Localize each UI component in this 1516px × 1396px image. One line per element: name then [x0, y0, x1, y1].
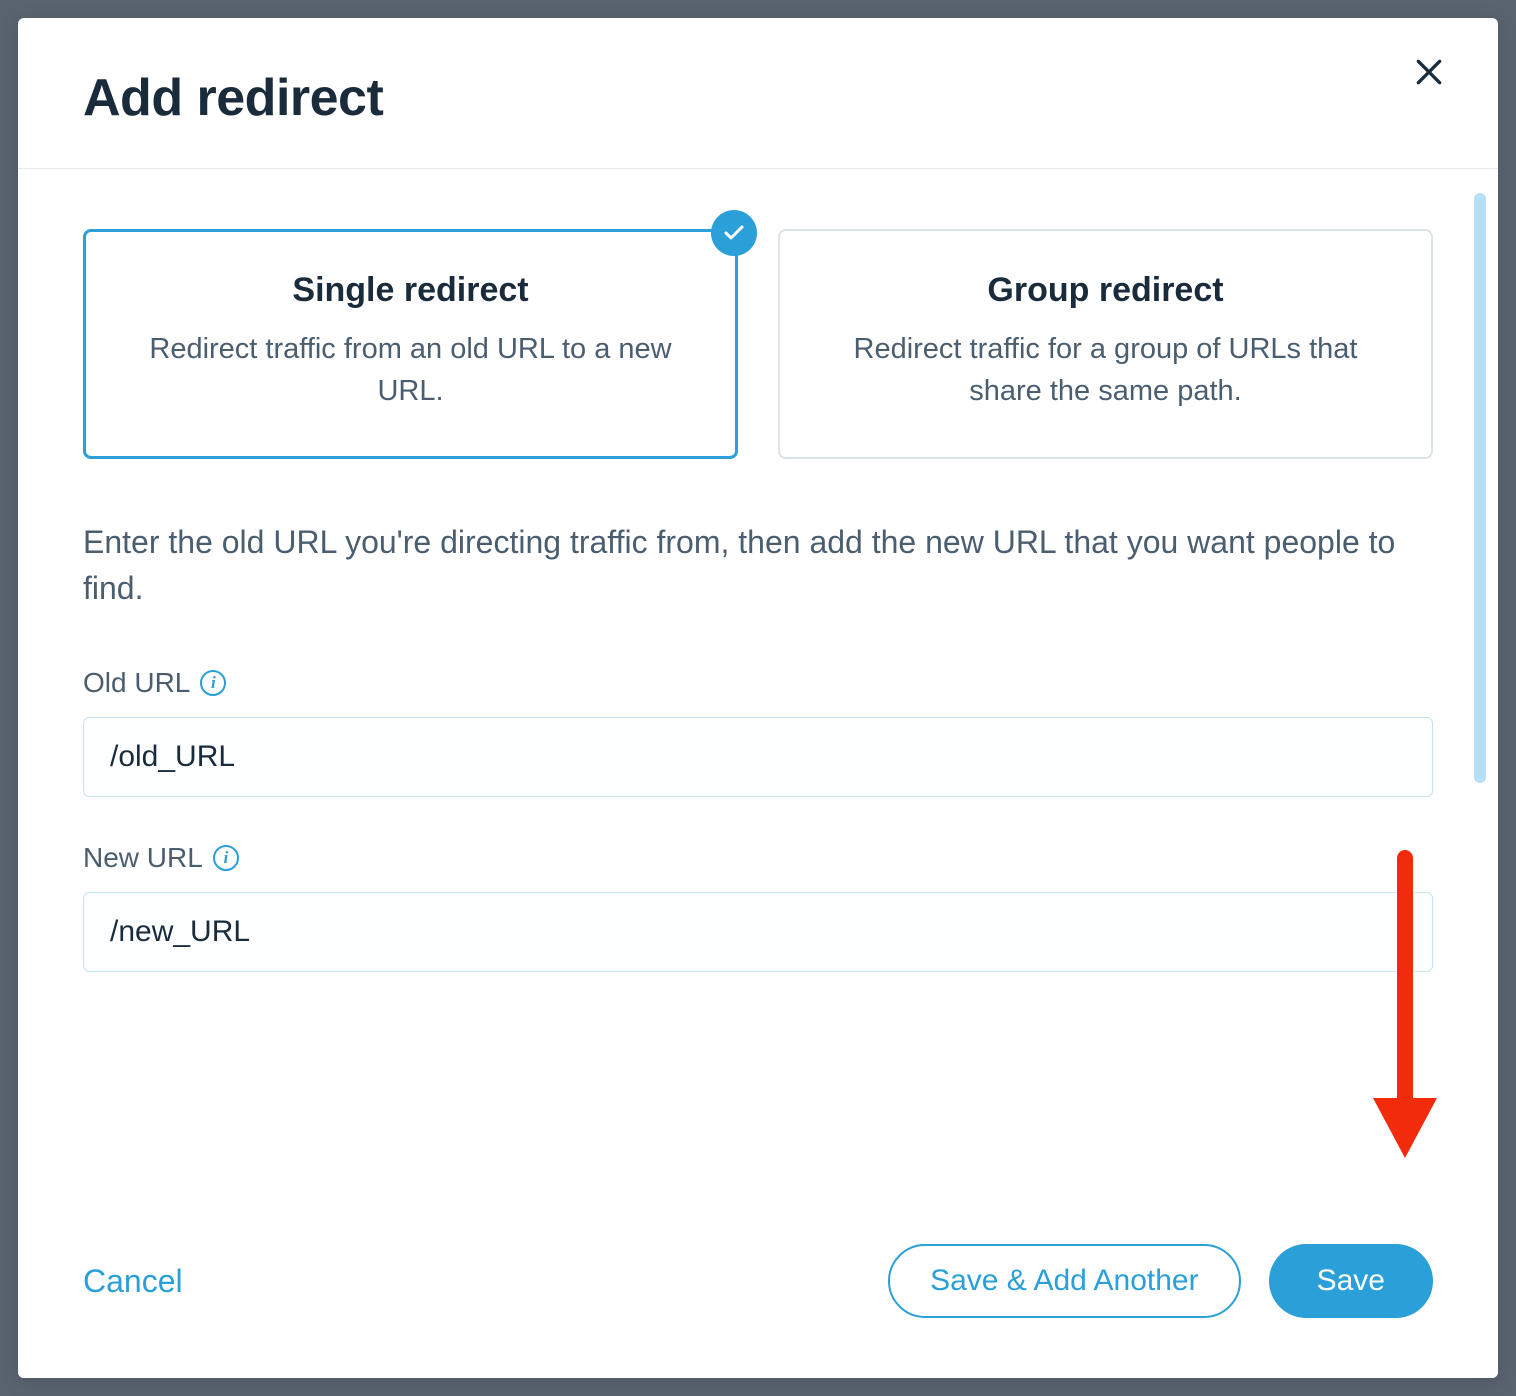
info-icon[interactable]: i — [213, 845, 239, 871]
modal-body: Single redirect Redirect traffic from an… — [18, 169, 1498, 1239]
cancel-button[interactable]: Cancel — [83, 1251, 183, 1312]
modal-title: Add redirect — [83, 68, 383, 128]
info-icon[interactable]: i — [200, 670, 226, 696]
old-url-input[interactable] — [83, 717, 1433, 797]
selected-badge — [711, 210, 757, 256]
option-title: Group redirect — [815, 271, 1396, 310]
check-icon — [722, 221, 746, 245]
new-url-input[interactable] — [83, 892, 1433, 972]
old-url-group: Old URL i — [83, 667, 1433, 797]
old-url-label: Old URL — [83, 667, 190, 699]
new-url-label: New URL — [83, 842, 203, 874]
option-description: Redirect traffic for a group of URLs tha… — [815, 328, 1396, 412]
close-icon — [1413, 56, 1445, 88]
instruction-text: Enter the old URL you're directing traff… — [83, 519, 1433, 612]
footer-actions: Save & Add Another Save — [888, 1244, 1433, 1318]
modal-header: Add redirect — [18, 18, 1498, 169]
option-group-redirect[interactable]: Group redirect Redirect traffic for a gr… — [778, 229, 1433, 459]
save-and-add-another-button[interactable]: Save & Add Another — [888, 1244, 1241, 1318]
add-redirect-modal: Add redirect Single redirect Redirect tr… — [18, 18, 1498, 1378]
option-single-redirect[interactable]: Single redirect Redirect traffic from an… — [83, 229, 738, 459]
option-title: Single redirect — [120, 271, 701, 310]
label-row: New URL i — [83, 842, 1433, 874]
close-button[interactable] — [1405, 48, 1453, 99]
modal-footer: Cancel Save & Add Another Save — [18, 1204, 1498, 1378]
redirect-type-options: Single redirect Redirect traffic from an… — [83, 229, 1433, 459]
label-row: Old URL i — [83, 667, 1433, 699]
option-description: Redirect traffic from an old URL to a ne… — [120, 328, 701, 412]
save-button[interactable]: Save — [1269, 1244, 1433, 1318]
new-url-group: New URL i — [83, 842, 1433, 972]
